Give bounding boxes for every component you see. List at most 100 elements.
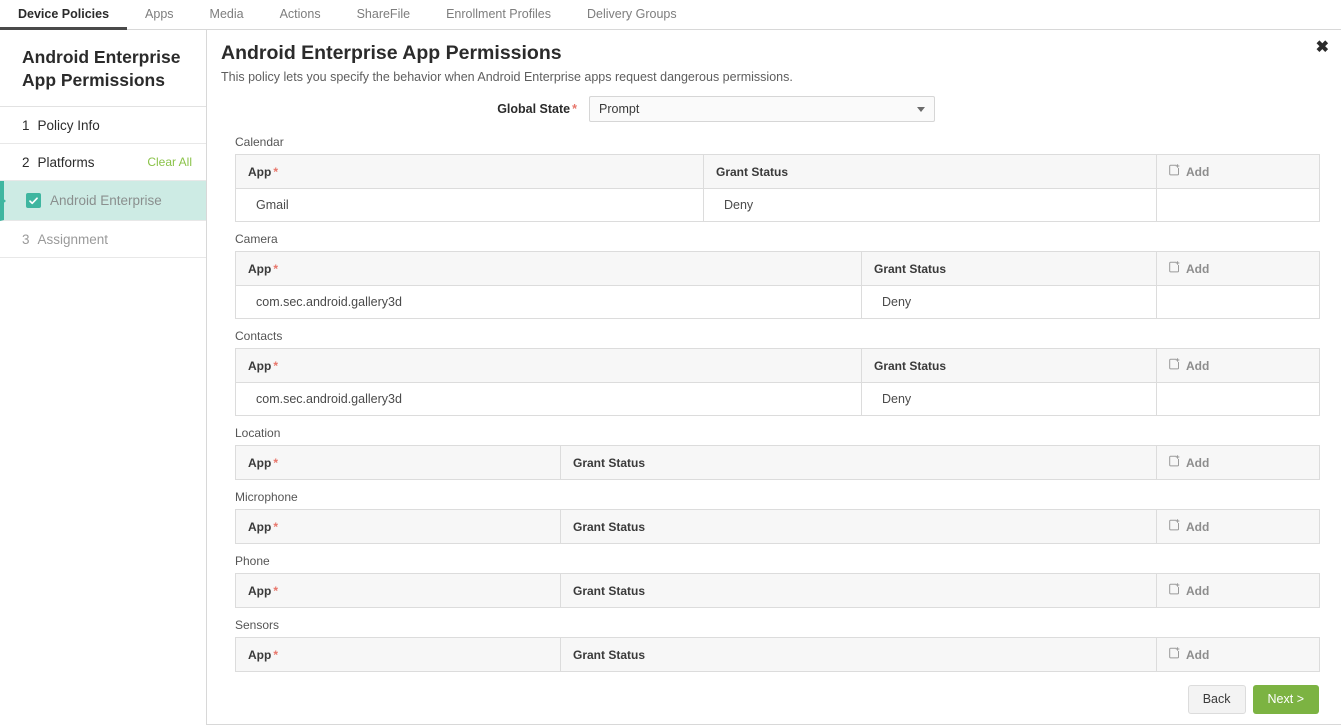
permission-sections: CalendarApp*Grant StatusAddGmailDenyCame…	[207, 122, 1341, 672]
page-title: Android Enterprise App Permissions	[207, 30, 1341, 65]
column-header-app-label: App	[248, 520, 271, 534]
close-icon[interactable]: ✖	[1316, 40, 1329, 56]
permission-section: SensorsApp*Grant StatusAdd	[235, 618, 1319, 672]
tab-enrollment-profiles[interactable]: Enrollment Profiles	[428, 0, 569, 30]
section-label: Microphone	[235, 490, 1319, 504]
table-header-row: App*Grant Status Add	[236, 446, 1320, 480]
permission-table: App*Grant StatusAdd	[235, 637, 1320, 672]
table-header-row: App*Grant StatusAdd	[236, 252, 1320, 286]
table-row[interactable]: GmailDeny	[236, 189, 1320, 222]
cell-app: com.sec.android.gallery3d	[236, 286, 862, 319]
table-header-row: App*Grant StatusAdd	[236, 638, 1320, 672]
step-label: Platforms	[38, 155, 95, 170]
step-label: Policy Info	[38, 118, 100, 133]
column-header-add: Add	[1157, 574, 1320, 608]
column-header-grant-status: Grant Status	[561, 510, 1157, 544]
add-button[interactable]: Add	[1169, 519, 1307, 534]
tab-delivery-groups[interactable]: Delivery Groups	[569, 0, 695, 30]
permission-section: LocationApp*Grant StatusAdd	[235, 426, 1319, 480]
add-button[interactable]: Add	[1169, 358, 1307, 373]
column-header-app: App*	[236, 349, 862, 383]
column-header-app-label: App	[248, 165, 271, 179]
tab-sharefile[interactable]: ShareFile	[339, 0, 429, 30]
permission-section: PhoneApp*Grant StatusAdd	[235, 554, 1319, 608]
permission-table: App*Grant StatusAddcom.sec.android.galle…	[235, 251, 1320, 319]
permission-table: App*Grant StatusAdd	[235, 509, 1320, 544]
step-number: 3	[22, 232, 30, 247]
column-header-app-label: App	[248, 262, 271, 276]
add-button-label: Add	[1186, 359, 1209, 373]
add-button-label: Add	[1186, 165, 1209, 179]
wizard-step-policy-info[interactable]: 1Policy Info	[0, 107, 206, 144]
column-header-add: Add	[1157, 638, 1320, 672]
table-row[interactable]: com.sec.android.gallery3dDeny	[236, 286, 1320, 319]
wizard-step-assignment[interactable]: 3 Assignment	[0, 221, 206, 258]
cell-actions	[1157, 383, 1320, 416]
cell-grant-status: Deny	[862, 286, 1157, 319]
column-header-add: Add	[1157, 155, 1320, 189]
top-navigation: Device PoliciesAppsMediaActionsShareFile…	[0, 0, 1341, 30]
clear-all-button[interactable]: Clear All	[147, 155, 192, 169]
tab-media[interactable]: Media	[192, 0, 262, 30]
column-header-add: Add	[1157, 446, 1320, 480]
add-button-label: Add	[1186, 456, 1209, 470]
add-button-label: Add	[1186, 520, 1209, 534]
add-icon	[1169, 261, 1186, 276]
add-button-label: Add	[1186, 584, 1209, 598]
add-icon	[1169, 647, 1186, 662]
add-icon	[1169, 583, 1186, 598]
permission-section: MicrophoneApp*Grant StatusAdd	[235, 490, 1319, 544]
column-header-app-label: App	[248, 584, 271, 598]
step-number: 2	[22, 155, 30, 170]
column-header-grant-status: Grant Status	[704, 155, 1157, 189]
column-header-app: App*	[236, 638, 561, 672]
add-button[interactable]: Add	[1169, 583, 1307, 598]
add-button[interactable]: Add	[1169, 261, 1307, 276]
cell-grant-status: Deny	[862, 383, 1157, 416]
section-label: Sensors	[235, 618, 1319, 632]
section-label: Phone	[235, 554, 1319, 568]
add-button[interactable]: Add	[1169, 647, 1307, 662]
global-state-select[interactable]: Prompt	[589, 96, 935, 122]
add-button[interactable]: Add	[1169, 164, 1307, 179]
add-icon	[1169, 358, 1186, 373]
tab-actions[interactable]: Actions	[262, 0, 339, 30]
column-header-app: App*	[236, 252, 862, 286]
column-header-app: App*	[236, 574, 561, 608]
required-asterisk: *	[273, 584, 278, 598]
next-button[interactable]: Next >	[1253, 685, 1319, 714]
permission-table: App*Grant StatusAdd	[235, 573, 1320, 608]
table-header-row: App*Grant StatusAdd	[236, 574, 1320, 608]
column-header-grant-status: Grant Status	[561, 638, 1157, 672]
sidebar-title: Android Enterprise App Permissions	[0, 30, 206, 107]
column-header-app: App*	[236, 446, 561, 480]
required-asterisk: *	[273, 262, 278, 276]
step-label: Assignment	[38, 232, 109, 247]
wizard-step-platforms[interactable]: 2 Platforms Clear All	[0, 144, 206, 181]
checkbox-checked-icon[interactable]	[26, 193, 41, 208]
tab-apps[interactable]: Apps	[127, 0, 192, 30]
permission-table: App*Grant StatusAddGmailDeny	[235, 154, 1320, 222]
tab-device-policies[interactable]: Device Policies	[0, 0, 127, 30]
permission-section: CalendarApp*Grant StatusAddGmailDeny	[235, 135, 1319, 222]
section-label: Camera	[235, 232, 1319, 246]
add-button[interactable]: Add	[1169, 455, 1307, 470]
required-asterisk: *	[273, 359, 278, 373]
wizard-steps: 1Policy Info 2 Platforms Clear All Android E…	[0, 107, 206, 258]
chevron-down-icon	[917, 107, 925, 112]
global-state-label-text: Global State	[497, 102, 570, 116]
required-asterisk: *	[273, 648, 278, 662]
table-row[interactable]: com.sec.android.gallery3dDeny	[236, 383, 1320, 416]
column-header-grant-status: Grant Status	[561, 446, 1157, 480]
column-header-grant-status: Grant Status	[561, 574, 1157, 608]
column-header-app-label: App	[248, 648, 271, 662]
section-label: Calendar	[235, 135, 1319, 149]
back-button[interactable]: Back	[1188, 685, 1246, 714]
add-icon	[1169, 519, 1186, 534]
permission-section: Camera App*Grant StatusAddcom.sec.android…	[235, 232, 1319, 319]
permission-table: App*Grant StatusAddcom.sec.android.galle…	[235, 348, 1320, 416]
permission-section: ContactsApp*Grant StatusAddcom.sec.andro…	[235, 329, 1319, 416]
sidebar-item-android-enterprise[interactable]: Android Enterprise	[0, 181, 206, 221]
add-button-label: Add	[1186, 262, 1209, 276]
cell-app: Gmail	[236, 189, 704, 222]
